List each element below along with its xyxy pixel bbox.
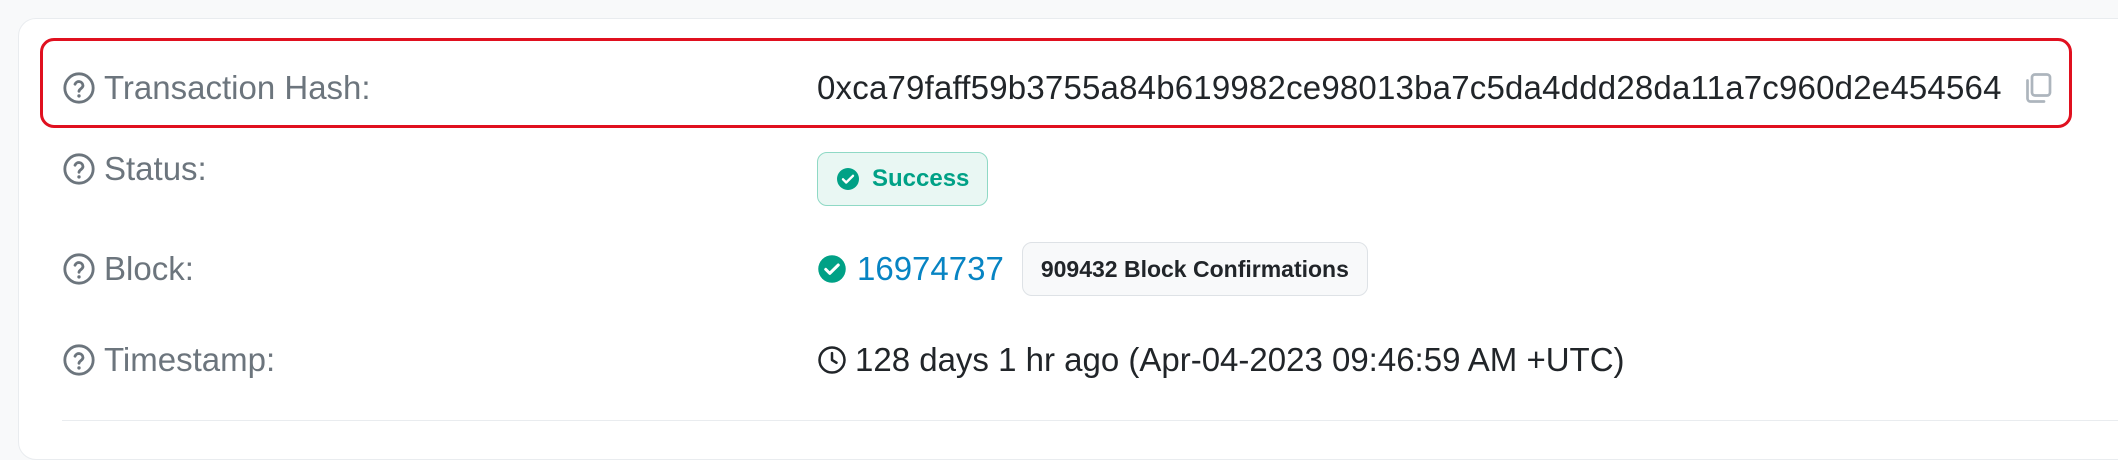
question-circle-icon[interactable] xyxy=(62,252,96,286)
block-number-link[interactable]: 16974737 xyxy=(857,250,1004,288)
transaction-hash-row: Transaction Hash: 0xca79faff59b3755a84b6… xyxy=(62,62,2118,114)
transaction-hash-value[interactable]: 0xca79faff59b3755a84b619982ce98013ba7c5d… xyxy=(817,69,2002,107)
status-label-group: Status: xyxy=(62,150,817,188)
question-circle-icon[interactable] xyxy=(62,152,96,186)
check-circle-icon xyxy=(818,255,846,283)
copy-icon[interactable] xyxy=(2020,70,2056,106)
status-badge: Success xyxy=(817,152,989,206)
block-confirmations-badge: 909432 Block Confirmations xyxy=(1021,242,1368,296)
question-circle-icon[interactable] xyxy=(62,343,96,377)
transaction-hash-label: Transaction Hash: xyxy=(104,69,371,106)
timestamp-value-group: 128 days 1 hr ago (Apr-04-2023 09:46:59 … xyxy=(817,341,1625,379)
block-value-group: 16974737 909432 Block Confirmations xyxy=(817,242,1368,296)
timestamp-label: Timestamp: xyxy=(104,341,276,378)
transaction-hash-value-group: 0xca79faff59b3755a84b619982ce98013ba7c5d… xyxy=(817,69,2056,107)
timestamp-value: 128 days 1 hr ago (Apr-04-2023 09:46:59 … xyxy=(855,341,1625,378)
status-row: Status: Success xyxy=(62,150,2118,208)
check-circle-icon xyxy=(837,168,859,190)
status-badge-text: Success xyxy=(872,165,970,192)
section-divider xyxy=(62,420,2118,421)
status-value-group: Success xyxy=(817,152,989,206)
timestamp-label-group: Timestamp: xyxy=(62,341,817,379)
block-row: Block: 16974737 909432 Block Confirmatio… xyxy=(62,242,2118,296)
question-circle-icon[interactable] xyxy=(62,71,96,105)
clock-icon xyxy=(818,346,846,374)
status-label: Status: xyxy=(104,150,207,187)
transaction-hash-label-group: Transaction Hash: xyxy=(62,69,817,107)
timestamp-row: Timestamp: 128 days 1 hr ago (Apr-04-202… xyxy=(62,334,2118,386)
block-label: Block: xyxy=(104,250,194,287)
block-label-group: Block: xyxy=(62,250,817,288)
